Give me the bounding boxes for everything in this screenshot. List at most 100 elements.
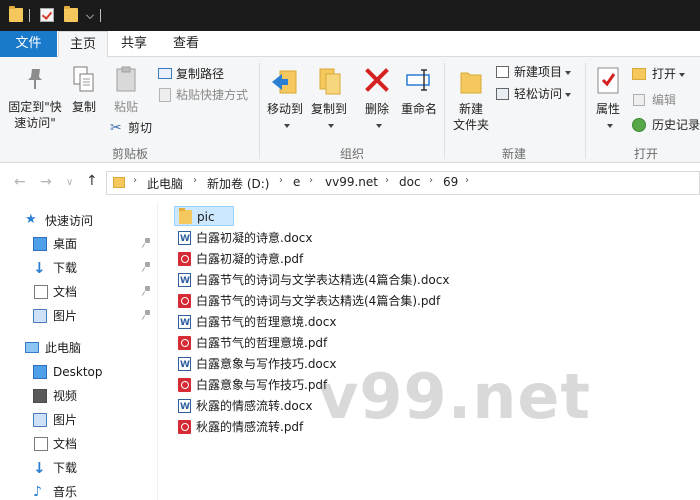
history-button[interactable]: 历史记录 bbox=[632, 116, 700, 134]
download-icon: ↓ bbox=[33, 259, 46, 277]
word-document-icon bbox=[178, 271, 191, 291]
properties-label: 属性 bbox=[595, 102, 620, 116]
copy-path-icon bbox=[158, 68, 172, 79]
nav-item-label: 文档 bbox=[53, 285, 78, 299]
breadcrumb-separator-icon: › bbox=[465, 175, 469, 186]
rename-button[interactable]: 重命名 bbox=[398, 65, 440, 117]
nav-item-music[interactable]: ♪ 音乐 bbox=[0, 480, 158, 500]
history-icon bbox=[632, 118, 646, 132]
delete-label: 删除 bbox=[364, 102, 389, 116]
breadcrumb-separator-icon: › bbox=[309, 175, 313, 186]
file-name: 白露节气的哲理意境.pdf bbox=[196, 336, 328, 350]
move-to-label: 移动到 bbox=[266, 102, 303, 116]
paste-shortcut-button[interactable]: 粘贴快捷方式 bbox=[158, 86, 248, 104]
paste-shortcut-label: 粘贴快捷方式 bbox=[176, 88, 249, 102]
title-separator bbox=[29, 9, 30, 22]
nav-item-label: 桌面 bbox=[53, 237, 78, 251]
new-folder-button[interactable]: 新建 文件夹 bbox=[450, 65, 492, 133]
forward-arrow-icon[interactable]: → bbox=[40, 174, 52, 190]
tab-home[interactable]: 主页 bbox=[58, 31, 108, 58]
breadcrumb-e[interactable]: e bbox=[293, 175, 300, 189]
properties-quick-icon[interactable] bbox=[40, 8, 54, 22]
breadcrumb-doc[interactable]: doc bbox=[399, 175, 421, 189]
address-folder-icon bbox=[113, 177, 125, 188]
breadcrumb-separator-icon: › bbox=[385, 175, 389, 186]
list-item-folder-pic[interactable]: pic bbox=[174, 206, 234, 226]
pdf-icon bbox=[178, 420, 191, 434]
new-group-label: 新建 bbox=[502, 147, 527, 161]
copy-to-button[interactable]: 复制到 bbox=[308, 65, 350, 133]
open-button[interactable]: 打开 bbox=[632, 65, 686, 83]
up-arrow-icon[interactable]: ↑ bbox=[86, 173, 98, 189]
nav-item-documents-pinned[interactable]: 文档 bbox=[0, 280, 158, 304]
customize-quick-access-icon[interactable] bbox=[86, 11, 94, 19]
copy-button[interactable]: 复制 bbox=[68, 65, 100, 115]
open-group-label: 打开 bbox=[634, 147, 659, 161]
pin-quick-access-button[interactable]: 固定到"快 速访问" bbox=[2, 65, 68, 131]
copy-path-label: 复制路径 bbox=[176, 67, 225, 81]
file-name: 秋露的情感流转.docx bbox=[196, 399, 313, 413]
pin-icon bbox=[143, 310, 151, 320]
nav-item-quick-access[interactable]: ★ 快速访问 bbox=[0, 209, 158, 233]
video-icon bbox=[33, 389, 47, 403]
paste-label: 粘贴 bbox=[113, 100, 138, 114]
file-name: 白露意象与写作技巧.docx bbox=[196, 357, 337, 371]
file-name: pic bbox=[197, 210, 215, 224]
new-item-button[interactable]: 新建项目 bbox=[496, 63, 572, 81]
nav-item-desktop-pinned[interactable]: 桌面 bbox=[0, 232, 158, 256]
move-to-button[interactable]: 移动到 bbox=[264, 65, 306, 133]
copy-path-button[interactable]: 复制路径 bbox=[158, 65, 224, 83]
pdf-icon bbox=[178, 252, 191, 266]
nav-item-desktop[interactable]: Desktop bbox=[0, 360, 158, 384]
file-name: 白露节气的诗词与文学表达精选(4篇合集).pdf bbox=[196, 294, 441, 308]
title-bar bbox=[0, 0, 700, 31]
desktop-icon bbox=[33, 237, 47, 251]
nav-item-this-pc[interactable]: 此电脑 bbox=[0, 336, 158, 360]
pin-icon bbox=[143, 286, 151, 296]
star-icon: ★ bbox=[25, 212, 37, 227]
recent-locations-chevron-icon[interactable]: ∨ bbox=[66, 177, 73, 188]
delete-button[interactable]: 删除 bbox=[361, 65, 393, 133]
paste-icon bbox=[116, 66, 136, 92]
history-label: 历史记录 bbox=[652, 118, 700, 132]
properties-button[interactable]: 属性 bbox=[590, 65, 626, 133]
pin-icon bbox=[143, 262, 151, 272]
new-folder-label-1: 新建 bbox=[458, 102, 483, 116]
cut-label: 剪切 bbox=[128, 121, 153, 135]
pdf-icon bbox=[178, 336, 191, 350]
address-bar[interactable]: › 此电脑 › 新加卷 (D:) › e › vv99.net › doc › … bbox=[106, 171, 700, 195]
nav-item-videos[interactable]: 视频 bbox=[0, 384, 158, 408]
edit-button[interactable]: 编辑 bbox=[632, 91, 676, 109]
new-folder-quick-icon[interactable] bbox=[64, 6, 78, 22]
cut-button[interactable]: ✂ 剪切 bbox=[110, 119, 152, 137]
breadcrumb-this-pc[interactable]: 此电脑 bbox=[147, 175, 183, 192]
file-name: 白露意象与写作技巧.pdf bbox=[196, 378, 328, 392]
breadcrumb-separator-icon: › bbox=[279, 175, 283, 186]
documents-icon bbox=[34, 285, 48, 299]
breadcrumb-vv99[interactable]: vv99.net bbox=[325, 175, 378, 189]
tab-file[interactable]: 文件 bbox=[0, 31, 57, 57]
nav-item-pictures[interactable]: 图片 bbox=[0, 408, 158, 432]
group-separator bbox=[585, 63, 586, 159]
back-arrow-icon[interactable]: ← bbox=[14, 174, 26, 190]
nav-item-label: 下载 bbox=[53, 261, 78, 275]
desktop-icon bbox=[33, 365, 47, 379]
nav-item-downloads-pinned[interactable]: ↓ 下载 bbox=[0, 256, 158, 280]
copy-to-label: 复制到 bbox=[310, 102, 347, 116]
ribbon: 固定到"快 速访问" 复制 粘贴 复制路径 粘贴快捷方式 ✂ 剪切 剪贴板 移动… bbox=[0, 57, 700, 163]
rename-label: 重命名 bbox=[400, 102, 437, 116]
properties-check-icon bbox=[597, 67, 619, 94]
pdf-icon bbox=[178, 378, 191, 392]
easy-access-button[interactable]: 轻松访问 bbox=[496, 85, 572, 103]
breadcrumb-69[interactable]: 69 bbox=[443, 175, 458, 189]
breadcrumb-separator-icon: › bbox=[429, 175, 433, 186]
nav-item-pictures-pinned[interactable]: 图片 bbox=[0, 304, 158, 328]
breadcrumb-volume-d[interactable]: 新加卷 (D:) bbox=[207, 175, 269, 192]
nav-item-documents[interactable]: 文档 bbox=[0, 432, 158, 456]
tab-share[interactable]: 共享 bbox=[112, 31, 156, 57]
nav-item-downloads[interactable]: ↓ 下载 bbox=[0, 456, 158, 480]
new-item-dropdown-icon bbox=[565, 70, 572, 75]
paste-button[interactable]: 粘贴 bbox=[108, 65, 144, 115]
tab-view[interactable]: 查看 bbox=[164, 31, 208, 57]
group-separator bbox=[444, 63, 445, 159]
